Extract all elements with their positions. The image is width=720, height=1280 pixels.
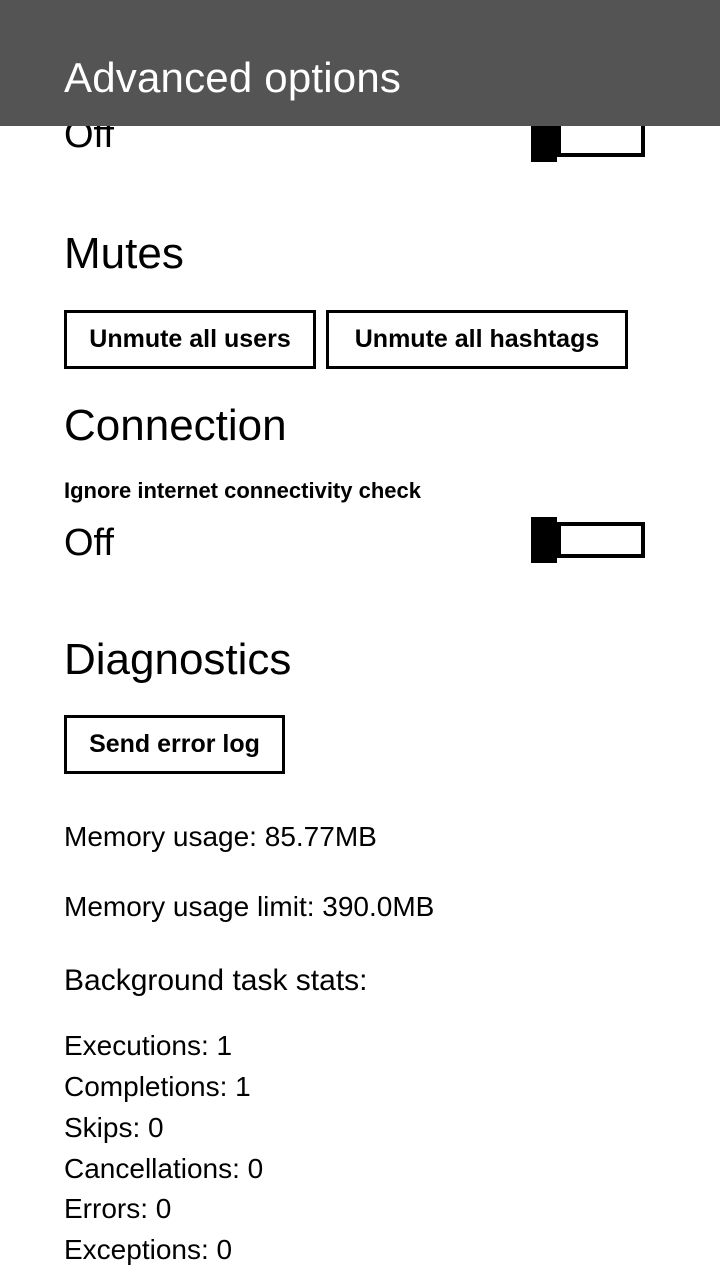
toggle-track xyxy=(557,522,645,558)
settings-scroll-area[interactable]: Off Mutes Unmute all users Unmute all ha… xyxy=(0,0,720,1280)
memory-usage-limit-text: Memory usage limit: 390.0MB xyxy=(64,891,435,922)
stat-errors: Errors: 0 xyxy=(64,1193,172,1224)
ignore-connectivity-check-value: Off xyxy=(64,522,114,564)
stat-executions: Executions: 1 xyxy=(64,1030,233,1061)
toggle-track xyxy=(557,121,645,157)
background-task-stats-title: Background task stats: xyxy=(64,964,368,997)
page-title: Advanced options xyxy=(64,54,402,101)
stat-completions: Completions: 1 xyxy=(64,1071,251,1102)
app-header: Advanced options xyxy=(0,0,720,126)
unmute-all-users-button[interactable]: Unmute all users xyxy=(64,310,316,369)
stat-cancellations: Cancellations: 0 xyxy=(64,1153,264,1184)
stat-exceptions: Exceptions: 0 xyxy=(64,1234,233,1265)
section-title-connection: Connection xyxy=(64,401,287,450)
unmute-all-hashtags-button[interactable]: Unmute all hashtags xyxy=(326,310,628,369)
stat-skips: Skips: 0 xyxy=(64,1112,164,1143)
section-title-diagnostics: Diagnostics xyxy=(64,635,292,684)
ignore-connectivity-check-label: Ignore internet connectivity check xyxy=(64,478,421,503)
ignore-connectivity-check-toggle[interactable] xyxy=(531,517,645,563)
section-title-mutes: Mutes xyxy=(64,229,184,278)
send-error-log-button[interactable]: Send error log xyxy=(64,715,285,774)
memory-usage-text: Memory usage: 85.77MB xyxy=(64,821,377,852)
toggle-thumb xyxy=(531,517,557,563)
